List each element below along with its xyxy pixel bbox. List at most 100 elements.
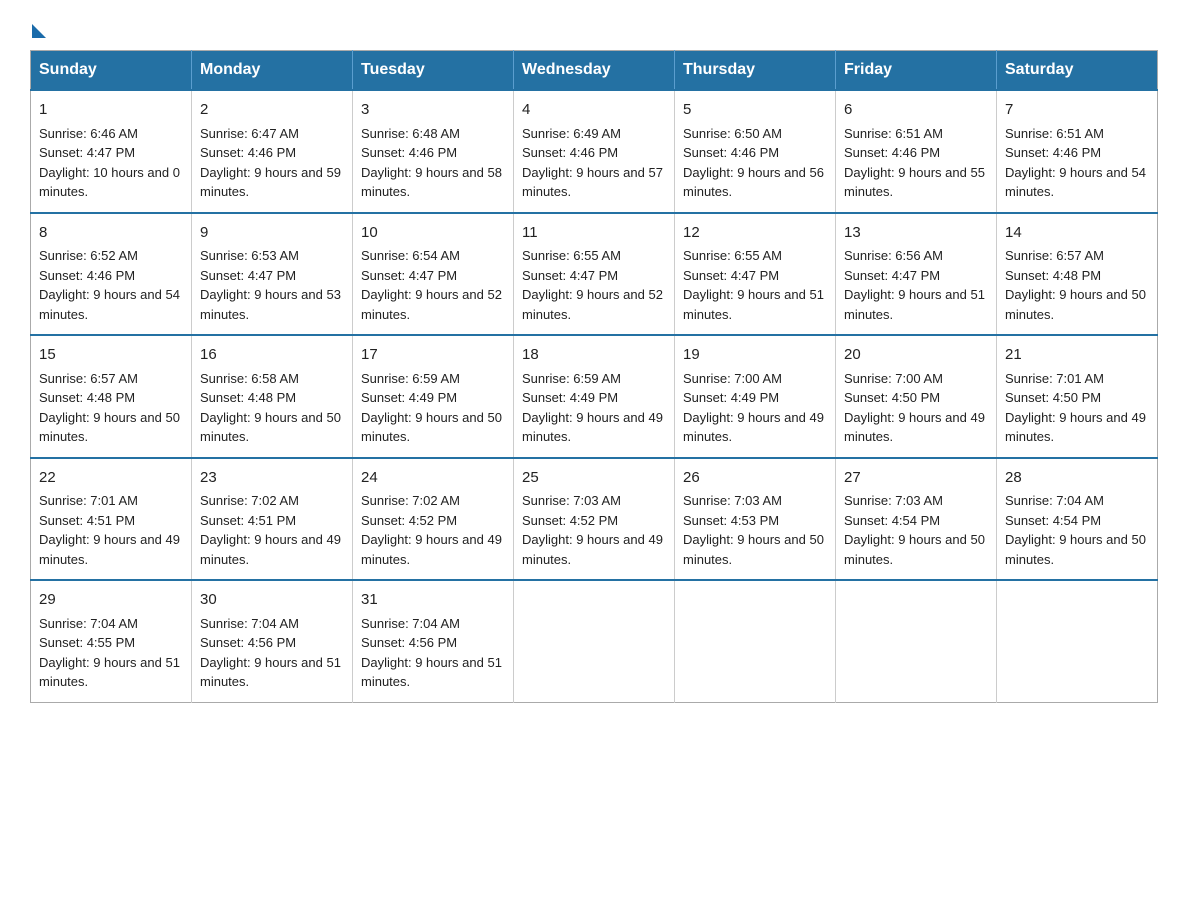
day-info: Sunrise: 6:51 AMSunset: 4:46 PMDaylight:… <box>844 124 988 202</box>
calendar-cell <box>675 580 836 702</box>
calendar-cell: 29Sunrise: 7:04 AMSunset: 4:55 PMDayligh… <box>31 580 192 702</box>
calendar-cell: 26Sunrise: 7:03 AMSunset: 4:53 PMDayligh… <box>675 458 836 581</box>
day-info: Sunrise: 6:59 AMSunset: 4:49 PMDaylight:… <box>522 369 666 447</box>
week-row-3: 15Sunrise: 6:57 AMSunset: 4:48 PMDayligh… <box>31 335 1158 458</box>
day-info: Sunrise: 6:59 AMSunset: 4:49 PMDaylight:… <box>361 369 505 447</box>
day-info: Sunrise: 7:03 AMSunset: 4:53 PMDaylight:… <box>683 491 827 569</box>
day-info: Sunrise: 6:58 AMSunset: 4:48 PMDaylight:… <box>200 369 344 447</box>
day-number: 10 <box>361 222 505 245</box>
weekday-header-friday: Friday <box>836 51 997 91</box>
day-number: 24 <box>361 467 505 490</box>
day-info: Sunrise: 6:47 AMSunset: 4:46 PMDaylight:… <box>200 124 344 202</box>
calendar-cell: 7Sunrise: 6:51 AMSunset: 4:46 PMDaylight… <box>997 90 1158 213</box>
day-number: 3 <box>361 99 505 122</box>
calendar-cell: 21Sunrise: 7:01 AMSunset: 4:50 PMDayligh… <box>997 335 1158 458</box>
day-info: Sunrise: 6:57 AMSunset: 4:48 PMDaylight:… <box>1005 246 1149 324</box>
day-number: 12 <box>683 222 827 245</box>
day-info: Sunrise: 7:03 AMSunset: 4:52 PMDaylight:… <box>522 491 666 569</box>
calendar-cell: 27Sunrise: 7:03 AMSunset: 4:54 PMDayligh… <box>836 458 997 581</box>
calendar-cell: 20Sunrise: 7:00 AMSunset: 4:50 PMDayligh… <box>836 335 997 458</box>
day-info: Sunrise: 6:46 AMSunset: 4:47 PMDaylight:… <box>39 124 183 202</box>
day-number: 16 <box>200 344 344 367</box>
weekday-header-thursday: Thursday <box>675 51 836 91</box>
day-number: 18 <box>522 344 666 367</box>
calendar-cell: 23Sunrise: 7:02 AMSunset: 4:51 PMDayligh… <box>192 458 353 581</box>
day-number: 30 <box>200 589 344 612</box>
day-info: Sunrise: 7:01 AMSunset: 4:50 PMDaylight:… <box>1005 369 1149 447</box>
day-number: 19 <box>683 344 827 367</box>
day-info: Sunrise: 7:00 AMSunset: 4:50 PMDaylight:… <box>844 369 988 447</box>
day-number: 26 <box>683 467 827 490</box>
day-number: 31 <box>361 589 505 612</box>
week-row-5: 29Sunrise: 7:04 AMSunset: 4:55 PMDayligh… <box>31 580 1158 702</box>
day-info: Sunrise: 6:55 AMSunset: 4:47 PMDaylight:… <box>683 246 827 324</box>
day-number: 25 <box>522 467 666 490</box>
day-number: 21 <box>1005 344 1149 367</box>
day-info: Sunrise: 6:50 AMSunset: 4:46 PMDaylight:… <box>683 124 827 202</box>
calendar-cell: 30Sunrise: 7:04 AMSunset: 4:56 PMDayligh… <box>192 580 353 702</box>
day-info: Sunrise: 6:49 AMSunset: 4:46 PMDaylight:… <box>522 124 666 202</box>
day-info: Sunrise: 7:04 AMSunset: 4:54 PMDaylight:… <box>1005 491 1149 569</box>
weekday-header-monday: Monday <box>192 51 353 91</box>
day-info: Sunrise: 6:55 AMSunset: 4:47 PMDaylight:… <box>522 246 666 324</box>
week-row-4: 22Sunrise: 7:01 AMSunset: 4:51 PMDayligh… <box>31 458 1158 581</box>
calendar-cell: 12Sunrise: 6:55 AMSunset: 4:47 PMDayligh… <box>675 213 836 336</box>
calendar-cell: 24Sunrise: 7:02 AMSunset: 4:52 PMDayligh… <box>353 458 514 581</box>
day-info: Sunrise: 7:03 AMSunset: 4:54 PMDaylight:… <box>844 491 988 569</box>
day-number: 13 <box>844 222 988 245</box>
calendar-cell <box>836 580 997 702</box>
day-info: Sunrise: 6:52 AMSunset: 4:46 PMDaylight:… <box>39 246 183 324</box>
calendar-cell: 15Sunrise: 6:57 AMSunset: 4:48 PMDayligh… <box>31 335 192 458</box>
day-number: 27 <box>844 467 988 490</box>
calendar-cell <box>514 580 675 702</box>
day-number: 17 <box>361 344 505 367</box>
calendar-cell: 22Sunrise: 7:01 AMSunset: 4:51 PMDayligh… <box>31 458 192 581</box>
calendar-table: SundayMondayTuesdayWednesdayThursdayFrid… <box>30 50 1158 703</box>
day-info: Sunrise: 6:53 AMSunset: 4:47 PMDaylight:… <box>200 246 344 324</box>
calendar-cell: 3Sunrise: 6:48 AMSunset: 4:46 PMDaylight… <box>353 90 514 213</box>
calendar-cell: 4Sunrise: 6:49 AMSunset: 4:46 PMDaylight… <box>514 90 675 213</box>
calendar-cell: 6Sunrise: 6:51 AMSunset: 4:46 PMDaylight… <box>836 90 997 213</box>
weekday-header-saturday: Saturday <box>997 51 1158 91</box>
day-number: 1 <box>39 99 183 122</box>
calendar-cell: 1Sunrise: 6:46 AMSunset: 4:47 PMDaylight… <box>31 90 192 213</box>
week-row-1: 1Sunrise: 6:46 AMSunset: 4:47 PMDaylight… <box>31 90 1158 213</box>
calendar-cell: 31Sunrise: 7:04 AMSunset: 4:56 PMDayligh… <box>353 580 514 702</box>
day-number: 8 <box>39 222 183 245</box>
calendar-cell: 9Sunrise: 6:53 AMSunset: 4:47 PMDaylight… <box>192 213 353 336</box>
calendar-cell: 5Sunrise: 6:50 AMSunset: 4:46 PMDaylight… <box>675 90 836 213</box>
weekday-header-row: SundayMondayTuesdayWednesdayThursdayFrid… <box>31 51 1158 91</box>
day-number: 22 <box>39 467 183 490</box>
day-info: Sunrise: 7:02 AMSunset: 4:51 PMDaylight:… <box>200 491 344 569</box>
day-number: 28 <box>1005 467 1149 490</box>
day-info: Sunrise: 7:00 AMSunset: 4:49 PMDaylight:… <box>683 369 827 447</box>
day-info: Sunrise: 6:56 AMSunset: 4:47 PMDaylight:… <box>844 246 988 324</box>
weekday-header-sunday: Sunday <box>31 51 192 91</box>
day-number: 20 <box>844 344 988 367</box>
day-number: 29 <box>39 589 183 612</box>
day-number: 4 <box>522 99 666 122</box>
day-number: 7 <box>1005 99 1149 122</box>
day-number: 23 <box>200 467 344 490</box>
calendar-cell: 14Sunrise: 6:57 AMSunset: 4:48 PMDayligh… <box>997 213 1158 336</box>
day-number: 9 <box>200 222 344 245</box>
page-header <box>30 20 1158 34</box>
calendar-cell: 11Sunrise: 6:55 AMSunset: 4:47 PMDayligh… <box>514 213 675 336</box>
calendar-cell: 25Sunrise: 7:03 AMSunset: 4:52 PMDayligh… <box>514 458 675 581</box>
day-info: Sunrise: 7:04 AMSunset: 4:55 PMDaylight:… <box>39 614 183 692</box>
calendar-cell: 28Sunrise: 7:04 AMSunset: 4:54 PMDayligh… <box>997 458 1158 581</box>
calendar-cell: 19Sunrise: 7:00 AMSunset: 4:49 PMDayligh… <box>675 335 836 458</box>
calendar-cell: 16Sunrise: 6:58 AMSunset: 4:48 PMDayligh… <box>192 335 353 458</box>
day-number: 5 <box>683 99 827 122</box>
calendar-cell: 8Sunrise: 6:52 AMSunset: 4:46 PMDaylight… <box>31 213 192 336</box>
day-number: 14 <box>1005 222 1149 245</box>
calendar-cell: 13Sunrise: 6:56 AMSunset: 4:47 PMDayligh… <box>836 213 997 336</box>
weekday-header-tuesday: Tuesday <box>353 51 514 91</box>
day-info: Sunrise: 7:04 AMSunset: 4:56 PMDaylight:… <box>361 614 505 692</box>
day-number: 2 <box>200 99 344 122</box>
calendar-cell <box>997 580 1158 702</box>
calendar-cell: 18Sunrise: 6:59 AMSunset: 4:49 PMDayligh… <box>514 335 675 458</box>
weekday-header-wednesday: Wednesday <box>514 51 675 91</box>
calendar-cell: 10Sunrise: 6:54 AMSunset: 4:47 PMDayligh… <box>353 213 514 336</box>
logo-arrow-icon <box>32 24 46 38</box>
